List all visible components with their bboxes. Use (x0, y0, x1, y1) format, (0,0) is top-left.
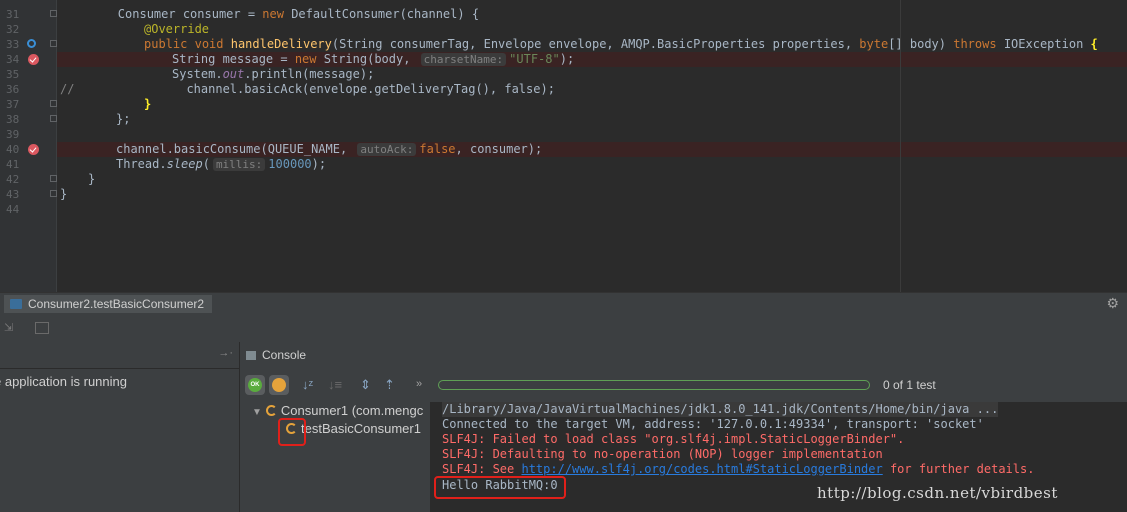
code-line: }; (116, 112, 131, 126)
code-line: channel.basicConsume(QUEUE_NAME, autoAck… (116, 142, 543, 156)
show-passed-button[interactable]: OK (245, 375, 265, 395)
console-tab-label: Console (262, 348, 307, 362)
line-number: 44 (6, 203, 20, 216)
console-line: SLF4J: Defaulting to no-operation (NOP) … (442, 447, 883, 461)
console-tab[interactable]: Console (246, 346, 306, 364)
breakpoint-icon[interactable] (28, 54, 39, 65)
code-line: } (144, 97, 152, 111)
expand-all-icon[interactable]: ⇕ (360, 377, 371, 393)
run-left-panel: →· e application is running (0, 342, 240, 512)
fold-marker-icon[interactable] (50, 115, 57, 122)
code-line: System.out.println(message); (172, 67, 375, 81)
code-line: @Override (144, 22, 210, 36)
code-line: Consumer consumer = new DefaultConsumer(… (60, 7, 480, 21)
test-tree: ▼ Consumer1 (com.mengc testBasicConsumer1 (240, 402, 430, 512)
tree-item-consumer1[interactable]: ▼ Consumer1 (com.mengc (252, 402, 423, 420)
hide-arrow-icon[interactable]: →· (218, 347, 233, 359)
show-ignored-button[interactable] (269, 375, 289, 395)
fold-marker-icon[interactable] (50, 40, 57, 47)
pin-tab-icon[interactable]: ⇲ (4, 321, 16, 334)
run-toolbar: ⇲ (0, 314, 1127, 343)
line-number: 35 (6, 68, 20, 81)
expand-triangle-icon[interactable]: ▼ (252, 407, 262, 418)
line-number: 42 (6, 173, 20, 186)
run-config-tab[interactable]: Consumer2.testBasicConsumer2 (4, 295, 213, 313)
editor-gutter[interactable]: 31 32 33 34 35 36 37 38 39 40 41 42 43 4… (0, 0, 57, 292)
param-hint: charsetName: (420, 53, 507, 66)
code-line: } (60, 187, 68, 201)
sort-duration-icon[interactable]: ↓≡ (328, 377, 342, 392)
left-panel-header: →· (0, 342, 239, 369)
sort-alpha-icon[interactable]: ↓ᶻ (302, 377, 313, 392)
watermark: http://blog.csdn.net/vbirdbest (817, 484, 1058, 502)
tree-item-label: testBasicConsumer1 (301, 421, 421, 436)
code-line: String message = new String(body, charse… (172, 52, 575, 66)
console-line: /Library/Java/JavaVirtualMachines/jdk1.8… (442, 402, 999, 417)
status-text: e application is running (0, 374, 127, 389)
code-line: public void handleDelivery(String consum… (144, 37, 1098, 51)
run-config-icon (10, 299, 22, 309)
annotation-box (434, 476, 566, 499)
fold-marker-icon[interactable] (50, 190, 57, 197)
fold-marker-icon[interactable] (50, 175, 57, 182)
line-number: 37 (6, 98, 20, 111)
line-number: 43 (6, 188, 20, 201)
tree-item-label: Consumer1 (com.mengc (280, 403, 424, 418)
override-marker-icon[interactable] (27, 39, 36, 48)
param-hint: millis: (212, 158, 266, 171)
collapse-all-icon[interactable]: ⇡ (384, 377, 395, 393)
breakpoint-icon[interactable] (28, 144, 39, 155)
console-icon (246, 350, 256, 360)
line-number: 31 (6, 8, 20, 21)
running-spinner-icon (265, 405, 277, 416)
line-number: 41 (6, 158, 20, 171)
line-number: 40 (6, 143, 20, 156)
line-number: 34 (6, 53, 20, 66)
line-number: 36 (6, 83, 20, 96)
console-header: Console (240, 342, 1127, 369)
layout-icon[interactable] (35, 322, 49, 334)
ignored-icon (272, 378, 286, 392)
more-icon[interactable]: » (416, 378, 422, 390)
slf4j-link[interactable]: http://www.slf4j.org/codes.html#StaticLo… (521, 462, 882, 476)
test-toolbar: OK ↓ᶻ ↓≡ ⇕ ⇡ » 0 of 1 test (240, 368, 1127, 402)
test-progress-bar (438, 380, 870, 390)
console-line: SLF4J: See http://www.slf4j.org/codes.ht… (442, 462, 1035, 476)
run-tab-bar: Consumer2.testBasicConsumer2 ⚙ (0, 292, 1127, 315)
line-number: 39 (6, 128, 20, 141)
console-line: Connected to the target VM, address: '12… (442, 417, 984, 431)
code-line: //channel.basicAck(envelope.getDeliveryT… (60, 82, 555, 96)
passed-icon: OK (248, 378, 262, 392)
fold-marker-icon[interactable] (50, 10, 57, 17)
line-number: 33 (6, 38, 20, 51)
console-line: SLF4J: Failed to load class "org.slf4j.i… (442, 432, 905, 446)
gear-icon[interactable]: ⚙ (1106, 295, 1119, 312)
annotation-box (278, 418, 306, 446)
code-line: Thread.sleep(millis: 100000); (116, 157, 327, 171)
line-number: 32 (6, 23, 20, 36)
code-editor[interactable]: 31 32 33 34 35 36 37 38 39 40 41 42 43 4… (0, 0, 1127, 292)
fold-marker-icon[interactable] (50, 100, 57, 107)
code-line: } (88, 172, 96, 186)
line-number: 38 (6, 113, 20, 126)
run-config-tab-label: Consumer2.testBasicConsumer2 (28, 297, 205, 311)
tree-item-test[interactable]: testBasicConsumer1 (286, 420, 421, 438)
test-count: 0 of 1 test (883, 378, 936, 392)
param-hint: autoAck: (357, 143, 417, 156)
